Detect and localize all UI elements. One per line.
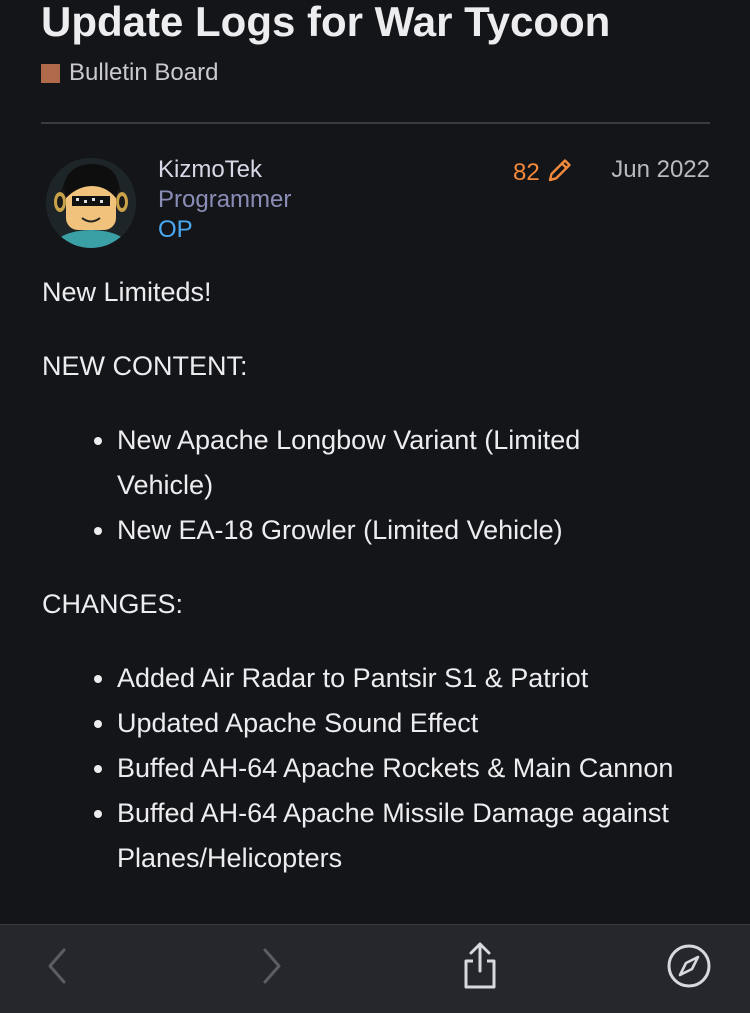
browser-toolbar bbox=[0, 924, 750, 1013]
bullet-list: Added Air Radar to Pantsir S1 & Patriot … bbox=[42, 656, 682, 881]
list-item: Buffed AH-64 Apache Rockets & Main Canno… bbox=[117, 746, 682, 791]
list-item: New Apache Longbow Variant (Limited Vehi… bbox=[117, 418, 682, 508]
author-username[interactable]: KizmoTek bbox=[158, 155, 291, 185]
category-label: Bulletin Board bbox=[69, 59, 219, 86]
forward-button[interactable] bbox=[247, 943, 297, 993]
compass-icon bbox=[665, 942, 713, 995]
chevron-right-icon bbox=[257, 946, 287, 991]
op-badge: OP bbox=[158, 216, 193, 243]
likes-count: 82 bbox=[513, 158, 540, 186]
bullet-list: New Apache Longbow Variant (Limited Vehi… bbox=[42, 418, 682, 553]
topic-page: Update Logs for War Tycoon Bulletin Boar… bbox=[0, 0, 750, 1013]
share-button[interactable] bbox=[455, 941, 505, 996]
back-button[interactable] bbox=[32, 943, 82, 993]
topic-title: Update Logs for War Tycoon bbox=[41, 0, 611, 45]
author-user-title: Programmer bbox=[158, 186, 292, 213]
list-item: New EA-18 Growler (Limited Vehicle) bbox=[117, 508, 682, 553]
post-intro: New Limiteds! bbox=[42, 277, 212, 307]
pencil-icon bbox=[546, 156, 574, 189]
avatar[interactable] bbox=[46, 158, 136, 248]
list-item: Added Air Radar to Pantsir S1 & Patriot bbox=[117, 656, 682, 701]
post-body: New Limiteds! NEW CONTENT: New Apache Lo… bbox=[42, 270, 682, 910]
roblox-avatar-icon bbox=[46, 158, 136, 248]
section-heading: CHANGES: bbox=[42, 589, 184, 619]
title-divider bbox=[41, 122, 710, 124]
list-item: Buffed AH-64 Apache Missile Damage again… bbox=[117, 791, 682, 881]
list-item: Updated Apache Sound Effect bbox=[117, 701, 682, 746]
chevron-left-icon bbox=[42, 946, 72, 991]
category-badge[interactable]: Bulletin Board bbox=[41, 59, 218, 87]
section-heading: NEW CONTENT: bbox=[42, 351, 248, 381]
post-likes[interactable]: 82 bbox=[513, 156, 574, 189]
category-color-swatch bbox=[41, 63, 60, 83]
post-author: KizmoTek Programmer OP bbox=[158, 155, 291, 245]
post-date[interactable]: Jun 2022 bbox=[611, 155, 710, 185]
share-icon bbox=[458, 941, 502, 996]
compass-button[interactable] bbox=[664, 943, 714, 993]
